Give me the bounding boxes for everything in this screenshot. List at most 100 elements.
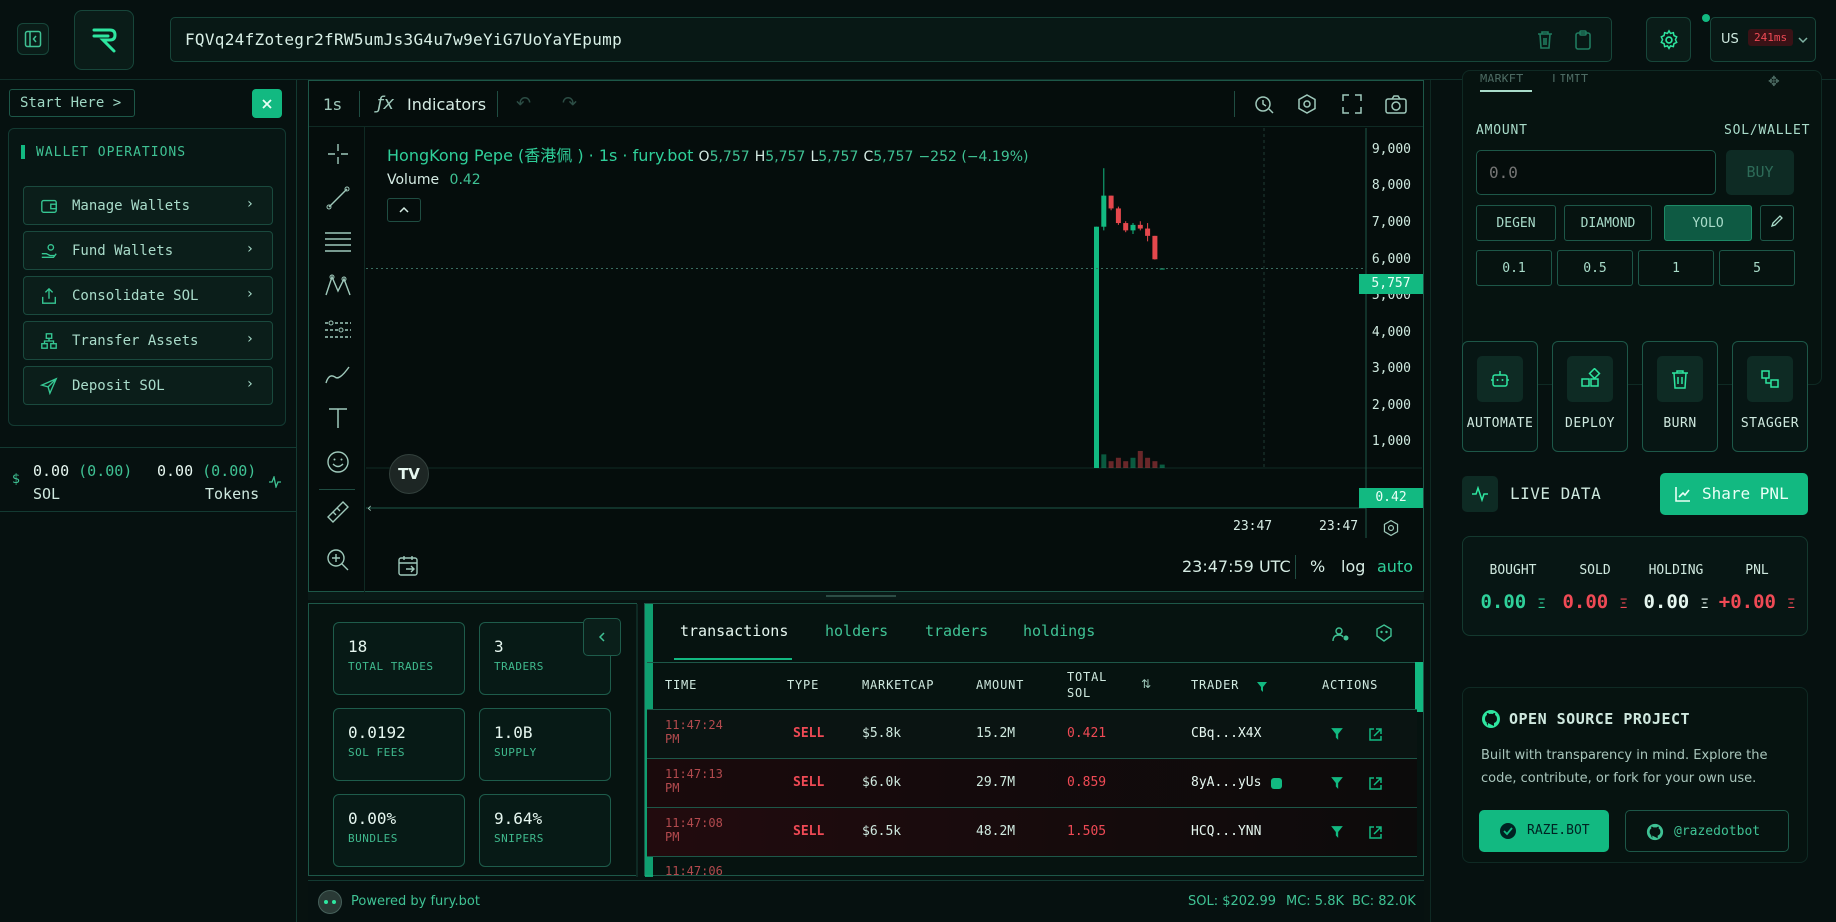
- external-link-icon[interactable]: [1368, 825, 1383, 840]
- zoom-in-icon[interactable]: [325, 547, 351, 573]
- amount-input[interactable]: [1476, 150, 1716, 195]
- mode-yolo-button[interactable]: YOLO: [1664, 205, 1752, 241]
- emoji-icon[interactable]: [325, 449, 351, 475]
- redo-icon[interactable]: ↷: [562, 93, 577, 114]
- transactions-panel: transactions holders traders holdings TI…: [644, 603, 1424, 877]
- table-row[interactable]: 11:47:24 PM SELL $5.8k 15.2M 0.421 CBq...…: [647, 710, 1417, 759]
- sidebar-toggle-button[interactable]: [17, 23, 49, 55]
- trash-icon[interactable]: [1535, 29, 1555, 51]
- axis-settings-icon[interactable]: [1382, 519, 1400, 537]
- chevron-left-icon[interactable]: ‹: [367, 501, 372, 515]
- preset-0-5-button[interactable]: 0.5: [1557, 250, 1633, 286]
- automate-button[interactable]: AUTOMATE: [1462, 341, 1538, 452]
- table-row[interactable]: 11:47:06: [647, 857, 1417, 875]
- log-scale-toggle[interactable]: log: [1341, 557, 1365, 576]
- alert-clock-icon[interactable]: [1253, 93, 1275, 115]
- text-tool-icon[interactable]: [325, 405, 351, 431]
- deposit-sol-button[interactable]: Deposit SOL ›: [23, 366, 273, 405]
- scrollbar-track[interactable]: [636, 604, 638, 877]
- settings-button[interactable]: [1646, 17, 1691, 62]
- trend-line-icon[interactable]: [325, 185, 351, 211]
- sort-icon[interactable]: ⇅: [1141, 677, 1151, 691]
- region-selector[interactable]: US 241ms: [1710, 17, 1816, 62]
- tx-trader[interactable]: CBq...X4X: [1191, 726, 1261, 741]
- stagger-icon: [1761, 370, 1779, 388]
- tx-type: SELL: [793, 726, 825, 741]
- crosshair-icon[interactable]: [325, 141, 351, 167]
- tab-transactions[interactable]: transactions: [680, 622, 788, 640]
- table-row[interactable]: 11:47:08 PM SELL $6.5k 48.2M 1.505 HCQ...…: [647, 808, 1417, 857]
- candle-body: [1101, 195, 1107, 227]
- hexagon-settings-icon[interactable]: [1296, 93, 1318, 115]
- collapse-stats-button[interactable]: [583, 618, 621, 656]
- divider: [1295, 555, 1296, 579]
- col-total: TOTAL: [1067, 670, 1108, 684]
- fullscreen-icon[interactable]: [1341, 93, 1363, 115]
- move-icon[interactable]: ✥: [1768, 74, 1780, 90]
- calendar-goto-icon[interactable]: [397, 554, 421, 578]
- table-scrollbar[interactable]: [1415, 662, 1423, 712]
- transfer-assets-button[interactable]: Transfer Assets ›: [23, 321, 273, 360]
- filter-icon[interactable]: [1330, 825, 1344, 839]
- raze-bot-button[interactable]: RAZE.BOT: [1479, 810, 1609, 852]
- resize-handle[interactable]: [308, 592, 1424, 600]
- interval-button[interactable]: 1s: [323, 95, 342, 114]
- edit-presets-button[interactable]: [1760, 205, 1794, 241]
- filter-icon[interactable]: [1330, 727, 1344, 741]
- deploy-label: DEPLOY: [1565, 416, 1615, 431]
- brush-icon[interactable]: [323, 361, 353, 387]
- filter-icon[interactable]: [1256, 681, 1268, 693]
- token-address-field[interactable]: FQVq24fZotegr2fRW5umJs3G4u7w9eYiG7UoYaYE…: [170, 17, 1612, 62]
- ruler-icon[interactable]: [325, 499, 351, 525]
- mode-diamond-button[interactable]: DIAMOND: [1564, 205, 1652, 241]
- volume-bar: [1145, 457, 1151, 468]
- ohlc-c-label: C: [863, 149, 874, 165]
- tab-traders[interactable]: traders: [925, 622, 988, 640]
- consolidate-sol-button[interactable]: Consolidate SOL ›: [23, 276, 273, 315]
- undo-icon[interactable]: ↶: [516, 93, 531, 114]
- auto-scale-toggle[interactable]: auto: [1377, 557, 1413, 576]
- tab-holdings[interactable]: holdings: [1023, 622, 1095, 640]
- tx-trader[interactable]: 8yA...yUs: [1191, 775, 1261, 790]
- collapse-legend-button[interactable]: [387, 198, 421, 222]
- stagger-button[interactable]: STAGGER: [1732, 341, 1808, 452]
- fib-retracement-icon[interactable]: [323, 229, 353, 255]
- candlestick-chart[interactable]: [366, 128, 1422, 538]
- logo[interactable]: [74, 10, 134, 70]
- tx-trader[interactable]: HCQ...YNN: [1191, 824, 1261, 839]
- start-here-link[interactable]: Start Here >: [9, 89, 135, 117]
- tab-limit[interactable]: LIMIT: [1552, 72, 1588, 82]
- pattern-icon[interactable]: [323, 273, 353, 299]
- burn-button[interactable]: BURN: [1642, 341, 1718, 452]
- col-sol: SOL: [1067, 686, 1092, 700]
- percent-scale-toggle[interactable]: %: [1310, 557, 1325, 576]
- filter-icon[interactable]: [1330, 776, 1344, 790]
- manage-wallets-button[interactable]: Manage Wallets ›: [23, 186, 273, 225]
- clipboard-icon[interactable]: [1573, 29, 1593, 51]
- external-link-icon[interactable]: [1368, 776, 1383, 791]
- tab-market[interactable]: MARKET: [1480, 72, 1523, 82]
- fund-wallets-button[interactable]: Fund Wallets ›: [23, 231, 273, 270]
- external-link-icon[interactable]: [1368, 727, 1383, 742]
- bot-filter-icon[interactable]: [1375, 624, 1393, 642]
- close-button[interactable]: [252, 89, 282, 118]
- share-pnl-button[interactable]: Share PNL: [1660, 473, 1808, 515]
- github-handle-button[interactable]: @razedotbot: [1625, 810, 1789, 852]
- buy-button[interactable]: BUY: [1726, 150, 1794, 195]
- deploy-button[interactable]: DEPLOY: [1552, 341, 1628, 452]
- table-row[interactable]: 11:47:13 PM SELL $6.0k 29.7M 0.859 8yA...…: [647, 759, 1417, 808]
- tab-holders[interactable]: holders: [825, 622, 888, 640]
- indicators-button[interactable]: Indicators: [407, 95, 486, 114]
- tradingview-logo[interactable]: TV: [389, 454, 429, 494]
- fx-icon: ƒx: [377, 93, 394, 114]
- utc-clock: 23:47:59 UTC: [1182, 557, 1291, 576]
- preset-1-button[interactable]: 1: [1638, 250, 1714, 286]
- camera-icon[interactable]: [1384, 93, 1408, 115]
- preset-0-1-button[interactable]: 0.1: [1476, 250, 1552, 286]
- preset-5-button[interactable]: 5: [1719, 250, 1795, 286]
- mode-degen-button[interactable]: DEGEN: [1476, 205, 1556, 241]
- projection-icon[interactable]: [323, 317, 353, 343]
- powered-by-link[interactable]: Powered by fury.bot: [351, 894, 480, 909]
- user-filter-icon[interactable]: [1332, 626, 1350, 642]
- candle-body: [1152, 235, 1158, 260]
